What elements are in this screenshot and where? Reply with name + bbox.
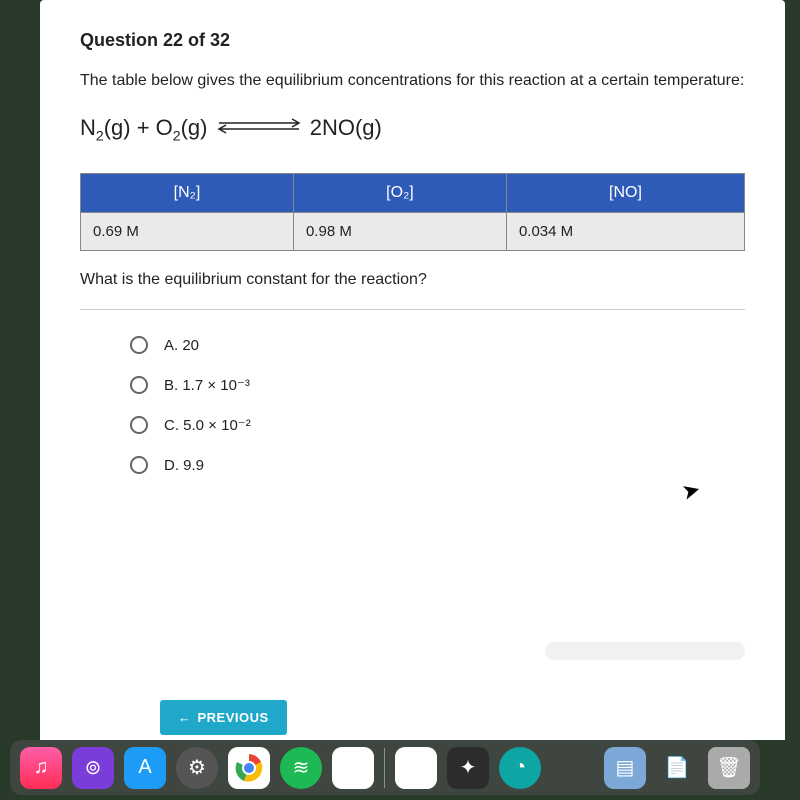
eq-rhs: 2NO(g) bbox=[310, 115, 382, 140]
arrow-left-icon: ← bbox=[178, 710, 192, 725]
option-c[interactable]: C. 5.0 × 10⁻² bbox=[130, 416, 745, 434]
equilibrium-arrows-icon bbox=[214, 116, 304, 142]
eq-n: N bbox=[80, 115, 96, 140]
appstore-icon[interactable]: A bbox=[124, 747, 166, 789]
macos-dock: ♫ ⊚ A ⚙ ≋ ◻ ▣ ✦ ◔ ▤ 📄 🗑 bbox=[10, 740, 760, 795]
cursor-icon: ➤ bbox=[679, 476, 704, 506]
option-b[interactable]: B. 1.7 × 10⁻³ bbox=[130, 376, 745, 394]
previous-button[interactable]: ← PREVIOUS bbox=[160, 700, 287, 735]
eq-o-state: (g) bbox=[181, 115, 208, 140]
cell-no: 0.034 M bbox=[506, 213, 744, 251]
divider bbox=[80, 309, 745, 310]
eq-plus: + bbox=[131, 115, 156, 140]
chemical-equation: N2(g) + O2(g) 2NO(g) bbox=[80, 115, 745, 143]
eq-n-state: (g) bbox=[104, 115, 131, 140]
previous-label: PREVIOUS bbox=[198, 710, 269, 725]
cell-n2: 0.69 M bbox=[81, 213, 294, 251]
radio-icon[interactable] bbox=[130, 416, 148, 434]
eq-n-sub: 2 bbox=[96, 127, 104, 143]
answer-options: A. 20 B. 1.7 × 10⁻³ C. 5.0 × 10⁻² D. 9.9 bbox=[80, 336, 745, 474]
cell-o2: 0.98 M bbox=[293, 213, 506, 251]
settings-icon[interactable]: ⚙ bbox=[176, 747, 218, 789]
zoom-icon[interactable]: ▣ bbox=[395, 747, 437, 789]
folder-icon[interactable]: ▤ bbox=[604, 747, 646, 789]
dock-separator bbox=[384, 748, 385, 788]
eq-o: O bbox=[156, 115, 173, 140]
question-prompt: The table below gives the equilibrium co… bbox=[80, 69, 745, 93]
option-a-label: A. 20 bbox=[164, 337, 199, 354]
radio-icon[interactable] bbox=[130, 456, 148, 474]
radio-icon[interactable] bbox=[130, 336, 148, 354]
smudge bbox=[545, 642, 745, 660]
podcast-app-icon[interactable]: ⊚ bbox=[72, 747, 114, 789]
photobooth-icon[interactable]: ◔ bbox=[499, 747, 541, 789]
option-d[interactable]: D. 9.9 bbox=[130, 456, 745, 474]
paper-icon[interactable]: 📄 bbox=[656, 747, 698, 789]
adobe-icon[interactable]: ✦ bbox=[447, 747, 489, 789]
table-header-no: [NO] bbox=[506, 174, 744, 213]
question-number: Question 22 of 32 bbox=[80, 30, 745, 51]
concentration-table: [N₂] [O₂] [NO] 0.69 M 0.98 M 0.034 M bbox=[80, 173, 745, 251]
roblox-icon[interactable]: ◻ bbox=[332, 747, 374, 789]
eq-o-sub: 2 bbox=[173, 127, 181, 143]
chrome-icon[interactable] bbox=[228, 747, 270, 789]
sub-question: What is the equilibrium constant for the… bbox=[80, 271, 745, 289]
option-a[interactable]: A. 20 bbox=[130, 336, 745, 354]
radio-icon[interactable] bbox=[130, 376, 148, 394]
quiz-panel: Question 22 of 32 The table below gives … bbox=[40, 0, 785, 740]
option-c-label: C. 5.0 × 10⁻² bbox=[164, 416, 251, 434]
option-d-label: D. 9.9 bbox=[164, 457, 204, 474]
option-b-label: B. 1.7 × 10⁻³ bbox=[164, 376, 250, 394]
table-header-o2: [O₂] bbox=[293, 174, 506, 213]
table-row: 0.69 M 0.98 M 0.034 M bbox=[81, 213, 745, 251]
table-header-n2: [N₂] bbox=[81, 174, 294, 213]
spotify-icon[interactable]: ≋ bbox=[280, 747, 322, 789]
music-app-icon[interactable]: ♫ bbox=[20, 747, 62, 789]
trash-icon[interactable]: 🗑 bbox=[708, 747, 750, 789]
